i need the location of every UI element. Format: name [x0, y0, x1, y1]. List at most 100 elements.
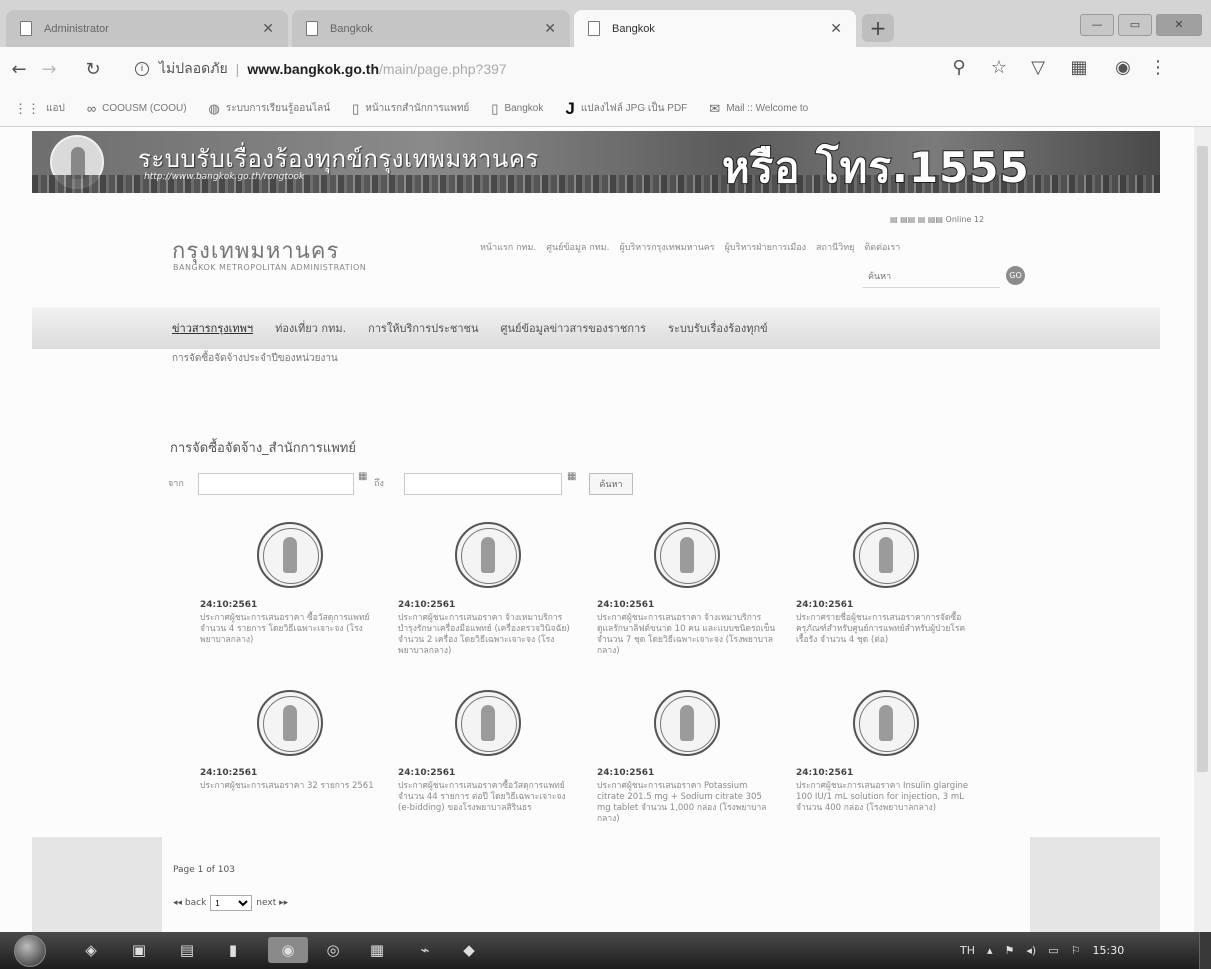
bma-seal-icon[interactable]	[654, 522, 720, 588]
tab-bangkok-1[interactable]: Bangkok ✕	[292, 10, 570, 47]
word-icon[interactable]: ▤	[174, 937, 200, 963]
top-link-home[interactable]: หน้าแรก กทม.	[480, 240, 536, 254]
star-icon[interactable]: ☆	[986, 57, 1012, 78]
top-link-political[interactable]: ผู้บริหารฝ่ายการเมือง	[725, 240, 806, 254]
bookmark-coousm[interactable]: ∞ COOUSM (COOU)	[87, 101, 187, 116]
close-icon[interactable]: ✕	[262, 20, 274, 37]
scrollbar-thumb[interactable]	[1197, 146, 1208, 772]
profile-icon[interactable]: ◉	[1110, 57, 1136, 78]
maximize-button[interactable]: ▭	[1118, 14, 1152, 36]
calendar-icon[interactable]: ▦	[358, 471, 367, 482]
security-label[interactable]: ไม่ปลอดภัย	[159, 58, 228, 80]
language-indicator[interactable]: TH	[960, 944, 975, 957]
main-nav: ข่าวสารกรุงเทพฯ ท่องเที่ยว กทม. การให้บร…	[32, 307, 1160, 349]
news-date: 24:10:2561	[597, 600, 655, 610]
bma-seal-icon	[50, 135, 104, 189]
calendar-icon[interactable]: ▦	[567, 471, 576, 482]
bma-seal-icon[interactable]	[455, 522, 521, 588]
tab-administrator[interactable]: Administrator ✕	[6, 10, 288, 47]
flag-icon[interactable]: ⚐	[1071, 944, 1081, 957]
to-date-input[interactable]	[404, 473, 562, 495]
document-icon[interactable]: ▮	[220, 937, 246, 963]
pager-next-link[interactable]: next ▸▸	[256, 898, 288, 908]
forward-arrow-icon[interactable]: →	[34, 59, 64, 80]
news-date: 24:10:2561	[796, 768, 854, 778]
media-icon[interactable]: ▣	[126, 937, 152, 963]
bma-seal-icon[interactable]	[853, 690, 919, 756]
filter-search-button[interactable]: ค้นหา	[589, 473, 633, 495]
notepad-icon[interactable]: ▦	[364, 937, 390, 963]
bookmark-bangkok[interactable]: ▯ Bangkok	[491, 101, 543, 117]
volume-icon[interactable]: ◂)	[1026, 944, 1036, 957]
line-icon[interactable]: ◎	[320, 937, 346, 963]
news-title[interactable]: ประกาศผู้ชนะการเสนอราคา Potassium citrat…	[597, 781, 777, 825]
nav-tourism[interactable]: ท่องเที่ยว กทม.	[275, 319, 346, 337]
bookmark-label: COOUSM (COOU)	[102, 103, 187, 114]
tray-expand-icon[interactable]: ▴	[987, 944, 993, 957]
bookmark-mail[interactable]: ✉ Mail :: Welcome to	[709, 101, 808, 117]
nav-public-services[interactable]: การให้บริการประชาชน	[368, 319, 478, 337]
network-icon[interactable]: ⚑	[1005, 944, 1015, 957]
news-title[interactable]: ประกาศผู้ชนะการเสนอราคาซื้อวัสดุการแพทย์…	[398, 781, 578, 814]
nav-news[interactable]: ข่าวสารกรุงเทพฯ	[172, 319, 253, 337]
chrome-icon[interactable]: ◉	[268, 937, 308, 963]
site-logo-english: BANGKOK METROPOLITAN ADMINISTRATION	[173, 263, 367, 272]
taskbar: ◈ ▣ ▤ ▮ ◉ ◎ ▦ ⌁ ◆ TH ▴ ⚑ ◂) ▭ ⚐ 15:30	[0, 932, 1211, 969]
top-link-executives[interactable]: ผู้บริหารกรุงเทพมหานคร	[619, 240, 714, 254]
menu-icon[interactable]: ⋮	[1145, 57, 1171, 78]
tab-strip: Administrator ✕ Bangkok ✕ Bangkok ✕ + — …	[0, 0, 1211, 47]
bookmark-medical-dept[interactable]: ▯ หน้าแรกสำนักการแพทย์	[352, 101, 469, 117]
bookmark-apps[interactable]: ⋮⋮ แอป	[14, 101, 65, 117]
shield-icon[interactable]: ▽	[1025, 57, 1051, 78]
close-icon[interactable]: ✕	[830, 20, 842, 37]
date-filter: จาก ▦ ถึง ▦ ค้นหา	[168, 471, 668, 497]
news-title[interactable]: ประกาศผู้ชนะการเสนอราคา จ้างเหมาบริการดู…	[597, 613, 777, 657]
site-search-button[interactable]: GO	[1006, 266, 1025, 285]
nav-complaints[interactable]: ระบบรับเรื่องร้องทุกข์	[668, 319, 768, 337]
bma-seal-icon[interactable]	[654, 690, 720, 756]
top-link-info-center[interactable]: ศูนย์ข้อมูล กทม.	[546, 240, 609, 254]
news-date: 24:10:2561	[597, 768, 655, 778]
page-icon	[588, 21, 600, 36]
news-title[interactable]: ประกาศรายชื่อผู้ชนะการเสนอราคาการจัดซื้อ…	[796, 613, 976, 646]
app-icon[interactable]: ⌁	[412, 937, 438, 963]
sub-nav-procurement[interactable]: การจัดซื้อจัดจ้างประจำปีของหน่วยงาน	[172, 351, 338, 366]
back-arrow-icon[interactable]: ←	[4, 59, 34, 80]
bma-seal-icon[interactable]	[257, 690, 323, 756]
top-link-radio[interactable]: สถานีวิทยุ	[816, 240, 854, 254]
news-title[interactable]: ประกาศผู้ชนะการเสนอราคา จ้างเหมาบริการบำ…	[398, 613, 578, 657]
reload-icon[interactable]: ↻	[78, 59, 108, 80]
close-icon[interactable]: ✕	[544, 20, 556, 37]
explorer-icon[interactable]: ◈	[78, 937, 104, 963]
site-tools[interactable]: ▤ ▤▤ ▤ ▤▤ Online 12	[890, 215, 984, 224]
page-select[interactable]: 1	[210, 895, 253, 911]
zoom-icon[interactable]: ⚲	[946, 57, 972, 78]
bookmark-elearning[interactable]: ◍ ระบบการเรียนรู้ออนไลน์	[209, 101, 331, 117]
site-search-input[interactable]	[862, 266, 1000, 288]
close-window-button[interactable]: ✕	[1156, 14, 1202, 36]
clock[interactable]: 15:30	[1093, 944, 1125, 957]
bookmark-jpg-to-pdf[interactable]: J แปลงไฟล์ JPG เป็น PDF	[565, 99, 687, 119]
show-desktop-button[interactable]	[1199, 932, 1211, 969]
folder-icon[interactable]: ◆	[456, 937, 482, 963]
extension-icon[interactable]: ▦	[1066, 57, 1092, 78]
address-bar[interactable]: i ไม่ปลอดภัย | www.bangkok.go.th /main/p…	[135, 54, 1005, 84]
bma-seal-icon[interactable]	[257, 522, 323, 588]
nav-info-center[interactable]: ศูนย์ข้อมูลข่าวสารของราชการ	[501, 319, 647, 337]
action-center-icon[interactable]: ▭	[1048, 944, 1058, 957]
tab-bangkok-active[interactable]: Bangkok ✕	[574, 10, 856, 47]
new-tab-button[interactable]: +	[862, 14, 894, 42]
news-title[interactable]: ประกาศผู้ชนะการเสนอราคา Insulin glargine…	[796, 781, 976, 814]
pager-back-link[interactable]: ◂◂ back	[173, 898, 206, 908]
news-date: 24:10:2561	[398, 768, 456, 778]
complaint-banner[interactable]: ระบบรับเรื่องร้องทุกข์กรุงเทพมหานคร http…	[32, 131, 1160, 193]
bma-seal-icon[interactable]	[455, 690, 521, 756]
news-title[interactable]: ประกาศผู้ชนะการเสนอราคา ซื้อวัสดุการแพทย…	[200, 613, 380, 646]
info-icon[interactable]: i	[135, 62, 149, 76]
bma-seal-icon[interactable]	[853, 522, 919, 588]
top-link-contact[interactable]: ติดต่อเรา	[864, 240, 900, 254]
minimize-button[interactable]: —	[1080, 14, 1114, 36]
from-date-input[interactable]	[198, 473, 354, 495]
start-button[interactable]	[14, 935, 46, 967]
news-title[interactable]: ประกาศผู้ชนะการเสนอราคา 32 รายการ 2561	[200, 781, 380, 792]
